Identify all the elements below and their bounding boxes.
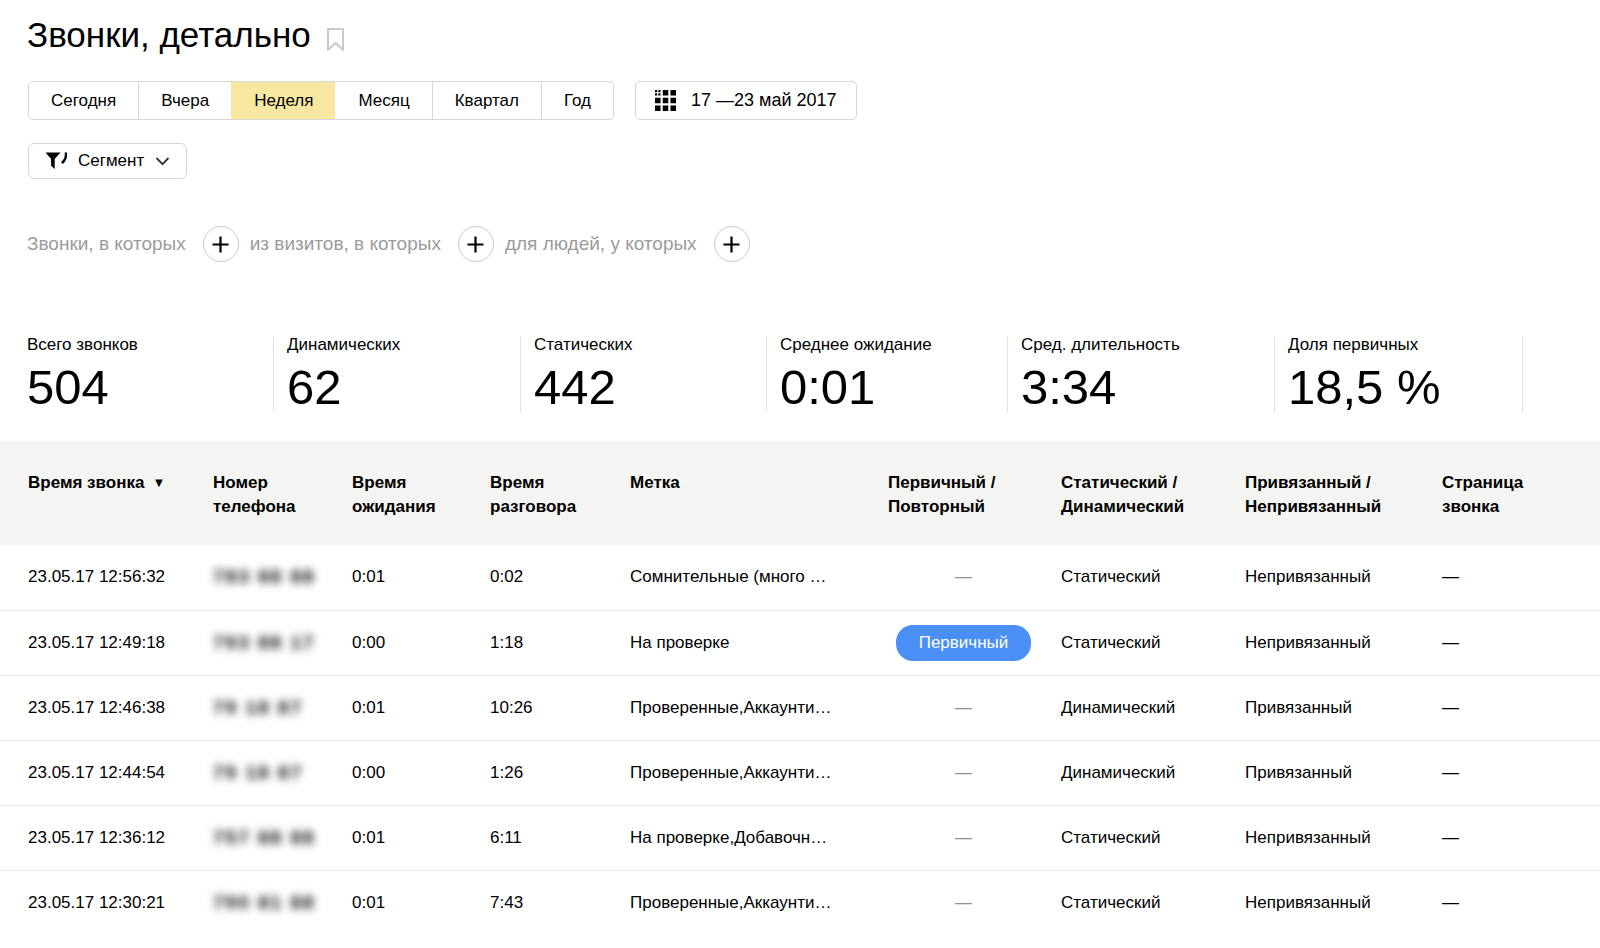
col-phone[interactable]: Номер телефона [213, 441, 352, 545]
col-call-time[interactable]: Время звонка▼ [0, 441, 213, 545]
col-call-page[interactable]: Страница звонка [1428, 441, 1600, 545]
title-row: Звонки, детально [0, 0, 1600, 53]
filter-label-people: для людей, у которых [505, 233, 697, 255]
col-talk-time[interactable]: Время разговора [490, 441, 630, 545]
segment-button[interactable]: Сегмент [28, 143, 187, 179]
tab-yesterday[interactable]: Вчера [138, 82, 231, 119]
tab-today[interactable]: Сегодня [29, 82, 138, 119]
phone-number-blurred: 790 81 88 [213, 892, 316, 914]
filter-row: Звонки, в которых из визитов, в которых … [27, 226, 1600, 262]
segment-label: Сегмент [78, 151, 144, 171]
metric-total-calls: Всего звонков 504 [27, 336, 273, 412]
sort-desc-icon: ▼ [152, 475, 165, 490]
metric-dynamic: Динамических 62 [273, 336, 520, 412]
tab-quarter[interactable]: Квартал [432, 82, 541, 119]
tab-week[interactable]: Неделя [231, 82, 335, 119]
phone-number-blurred: 783 88 88 [213, 566, 316, 588]
table-row[interactable]: 23.05.17 12:56:32 783 88 88 0:01 0:02 Со… [0, 545, 1600, 610]
tab-year[interactable]: Год [541, 82, 613, 119]
calendar-icon [655, 90, 676, 111]
tab-month[interactable]: Месяц [335, 82, 431, 119]
metric-static: Статических 442 [520, 336, 766, 412]
segment-row: Сегмент [28, 143, 1600, 179]
table-row[interactable]: 23.05.17 12:30:21 790 81 88 0:01 7:43 Пр… [0, 870, 1600, 935]
plus-icon [212, 236, 229, 253]
phone-number-blurred: 79 18 87 [213, 697, 303, 719]
period-controls: Сегодня Вчера Неделя Месяц Квартал Год 1… [28, 81, 1600, 120]
col-tag[interactable]: Метка [630, 441, 888, 545]
chevron-down-icon [155, 156, 170, 166]
calls-detail-page: Звонки, детально Сегодня Вчера Неделя Ме… [0, 0, 1600, 948]
table-header-row: Время звонка▼ Номер телефона Время ожида… [0, 441, 1600, 545]
col-static-dynamic[interactable]: Статический / Динамический [1061, 441, 1245, 545]
metric-avg-wait: Среднее ожидание 0:01 [766, 336, 1007, 412]
plus-icon [467, 236, 484, 253]
add-visit-filter-button[interactable] [458, 226, 494, 262]
phone-number-blurred: 79 18 87 [213, 762, 303, 784]
table-row[interactable]: 23.05.17 12:49:18 793 88 17 0:00 1:18 На… [0, 610, 1600, 675]
phone-number-blurred: 757 88 88 [213, 827, 316, 849]
metric-avg-duration: Сред. длительность 3:34 [1007, 336, 1274, 412]
funnel-icon [45, 152, 67, 170]
col-bound-unbound[interactable]: Привязанный / Непривязанный [1245, 441, 1428, 545]
date-range-label: 17 —23 май 2017 [691, 90, 837, 111]
period-tab-group: Сегодня Вчера Неделя Месяц Квартал Год [28, 81, 614, 120]
phone-number-blurred: 793 88 17 [213, 632, 316, 654]
date-range-button[interactable]: 17 —23 май 2017 [635, 81, 857, 120]
filter-label-calls: Звонки, в которых [27, 233, 186, 255]
add-people-filter-button[interactable] [714, 226, 750, 262]
plus-icon [723, 236, 740, 253]
primary-badge: Первичный [896, 625, 1031, 661]
table-row[interactable]: 23.05.17 12:44:54 79 18 87 0:00 1:26 Про… [0, 740, 1600, 805]
page-title: Звонки, детально [27, 16, 311, 53]
col-wait-time[interactable]: Время ожидания [352, 441, 490, 545]
bookmark-icon[interactable] [326, 27, 345, 52]
add-call-filter-button[interactable] [203, 226, 239, 262]
summary-metrics: Всего звонков 504 Динамических 62 Статич… [27, 336, 1600, 412]
filter-label-visits: из визитов, в которых [250, 233, 441, 255]
calls-table: Время звонка▼ Номер телефона Время ожида… [0, 441, 1600, 935]
metric-primary-share: Доля первичных 18,5 % [1274, 336, 1523, 412]
table-row[interactable]: 23.05.17 12:36:12 757 88 88 0:01 6:11 На… [0, 805, 1600, 870]
table-row[interactable]: 23.05.17 12:46:38 79 18 87 0:01 10:26 Пр… [0, 675, 1600, 740]
col-primary-repeat[interactable]: Первичный / Повторный [888, 441, 1061, 545]
